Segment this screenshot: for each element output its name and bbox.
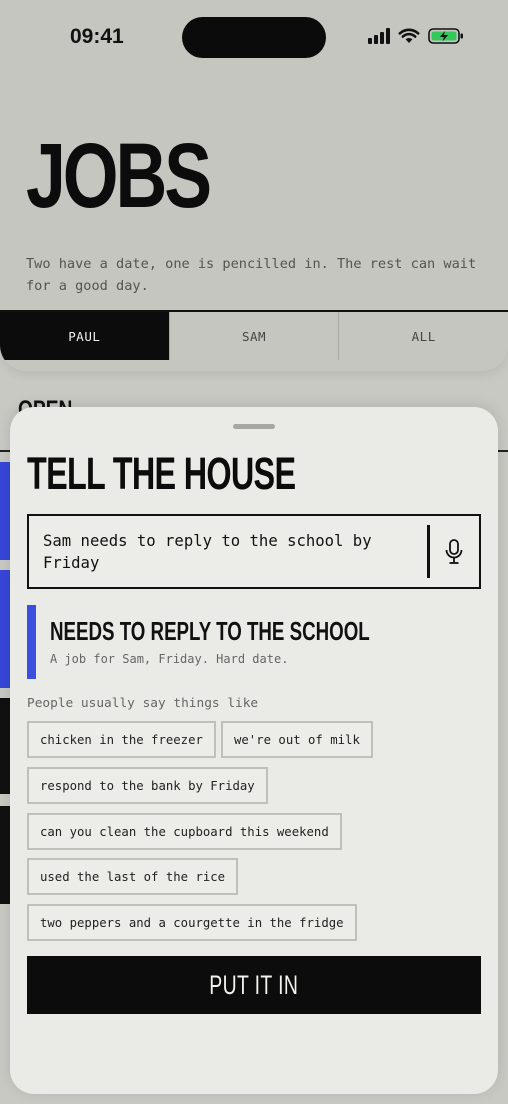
tab-all[interactable]: ALL bbox=[339, 312, 508, 360]
tab-paul[interactable]: PAUL bbox=[0, 312, 170, 360]
input-divider bbox=[427, 525, 430, 578]
put-it-in-label: PUT IT IN bbox=[209, 969, 299, 1000]
message-input[interactable]: Sam needs to reply to the school by Frid… bbox=[27, 514, 481, 589]
put-it-in-button[interactable]: PUT IT IN bbox=[27, 956, 481, 1014]
suggestion-chip[interactable]: respond to the bank by Friday bbox=[27, 767, 268, 804]
message-input-value[interactable]: Sam needs to reply to the school by Frid… bbox=[43, 530, 413, 574]
sheet-grabber-handle[interactable] bbox=[233, 424, 275, 429]
suggestion-chip[interactable]: chicken in the freezer bbox=[27, 721, 216, 758]
wifi-icon bbox=[398, 28, 420, 43]
suggestion-chip[interactable]: used the last of the rice bbox=[27, 858, 239, 895]
cellular-signal-icon bbox=[368, 28, 390, 44]
person-filter-tabs: PAUL SAM ALL bbox=[0, 312, 508, 360]
suggestion-chip[interactable]: two peppers and a courgette in the fridg… bbox=[27, 904, 357, 941]
status-time: 09:41 bbox=[70, 25, 124, 48]
preview-title: NEEDS TO REPLY TO THE SCHOOL bbox=[50, 616, 370, 646]
tell-the-house-sheet: TELL THE HOUSE Sam needs to reply to the… bbox=[10, 407, 498, 1094]
suggestion-chip[interactable]: can you clean the cupboard this weekend bbox=[27, 813, 342, 850]
dynamic-island bbox=[182, 17, 326, 58]
page-subtitle: Two have a date, one is pencilled in. Th… bbox=[26, 256, 477, 294]
status-bar: 09:41 bbox=[0, 0, 508, 70]
suggestion-chip[interactable]: we're out of milk bbox=[221, 721, 373, 758]
tab-sam[interactable]: SAM bbox=[170, 312, 340, 360]
sheet-title: TELL THE HOUSE bbox=[27, 448, 296, 499]
suggestions-hint: People usually say things like bbox=[27, 696, 259, 711]
header-card: 09:41 JOBS Two have a date, one is penci… bbox=[0, 0, 508, 371]
preview-accent-bar bbox=[27, 605, 36, 679]
preview-description: A job for Sam, Friday. Hard date. bbox=[50, 652, 289, 666]
parsed-job-preview: NEEDS TO REPLY TO THE SCHOOL A job for S… bbox=[27, 605, 481, 681]
microphone-icon[interactable] bbox=[444, 538, 464, 566]
status-icons bbox=[368, 27, 464, 45]
battery-charging-icon bbox=[428, 28, 463, 44]
page-title: JOBS bbox=[26, 125, 212, 227]
